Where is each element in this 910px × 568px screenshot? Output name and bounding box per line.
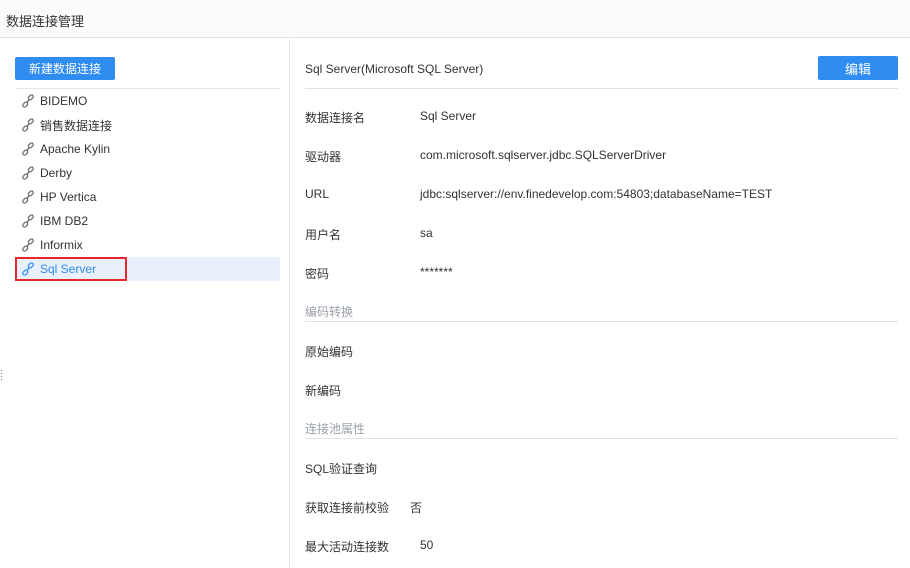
section-pool: 连接池属性: [305, 422, 366, 436]
field-value: 否: [410, 501, 423, 515]
window-title: 数据连接管理: [6, 14, 85, 29]
connection-label: BIDEMO: [40, 94, 88, 108]
field-label: 最大活动连接数: [305, 540, 390, 554]
selection-highlight: [15, 257, 127, 281]
link-icon: [21, 238, 35, 252]
field-label: 原始编码: [305, 345, 354, 359]
edit-button[interactable]: 编辑: [818, 56, 898, 80]
connection-item-bidemo[interactable]: BIDEMO: [15, 89, 280, 113]
field-value: Sql Server: [420, 109, 477, 123]
field-value: *******: [420, 265, 453, 279]
link-icon: [21, 94, 35, 108]
link-icon: [21, 166, 35, 180]
connection-detail-title: Sql Server(Microsoft SQL Server): [305, 62, 484, 76]
field-label: 驱动器: [305, 150, 342, 164]
connection-item-sql-server[interactable]: Sql Server: [15, 257, 280, 281]
connection-item-hp-vertica[interactable]: HP Vertica: [15, 185, 280, 209]
field-value: jdbc:sqlserver://env.finedevelop.com:548…: [420, 187, 773, 201]
divider: [305, 438, 898, 439]
connection-label: Informix: [40, 238, 83, 252]
link-icon: [21, 142, 35, 156]
connection-label: IBM DB2: [40, 214, 89, 228]
divider: [305, 88, 898, 89]
connection-item-ibm-db2[interactable]: IBM DB2: [15, 209, 280, 233]
connection-label: Apache Kylin: [40, 142, 111, 156]
new-connection-button[interactable]: 新建数据连接: [15, 57, 115, 80]
link-icon: [21, 214, 35, 228]
link-icon: [21, 190, 35, 204]
connection-item-informix[interactable]: Informix: [15, 233, 280, 257]
connection-item-derby[interactable]: Derby: [15, 161, 280, 185]
connection-item-sales[interactable]: 销售数据连接: [15, 113, 280, 137]
connection-label: HP Vertica: [40, 190, 97, 204]
field-value: sa: [420, 226, 433, 240]
field-label: 新编码: [305, 384, 342, 398]
field-value: 50: [420, 538, 434, 552]
field-label: 获取连接前校验: [305, 501, 390, 515]
field-label: SQL验证查询: [305, 462, 378, 476]
field-value: com.microsoft.sqlserver.jdbc.SQLServerDr…: [420, 148, 667, 162]
field-label: 用户名: [305, 228, 342, 242]
connection-list-panel: 新建数据连接 BIDEMO 销售数据连接 Apache Kylin Derby …: [0, 39, 290, 568]
connection-label: Derby: [40, 166, 73, 180]
section-encoding: 编码转换: [305, 305, 354, 319]
connection-detail-panel: Sql Server(Microsoft SQL Server) 编辑 数据连接…: [291, 39, 910, 568]
link-icon: [21, 118, 35, 132]
resize-handle[interactable]: [0, 369, 3, 381]
connection-label: 销售数据连接: [40, 118, 113, 133]
title-bar: 数据连接管理: [0, 0, 910, 38]
divider: [305, 321, 898, 322]
connection-item-apache-kylin[interactable]: Apache Kylin: [15, 137, 280, 161]
field-label: URL: [305, 187, 330, 201]
connection-list: BIDEMO 销售数据连接 Apache Kylin Derby HP Vert…: [15, 89, 280, 281]
field-label: 密码: [305, 267, 330, 281]
field-label: 数据连接名: [305, 111, 366, 125]
